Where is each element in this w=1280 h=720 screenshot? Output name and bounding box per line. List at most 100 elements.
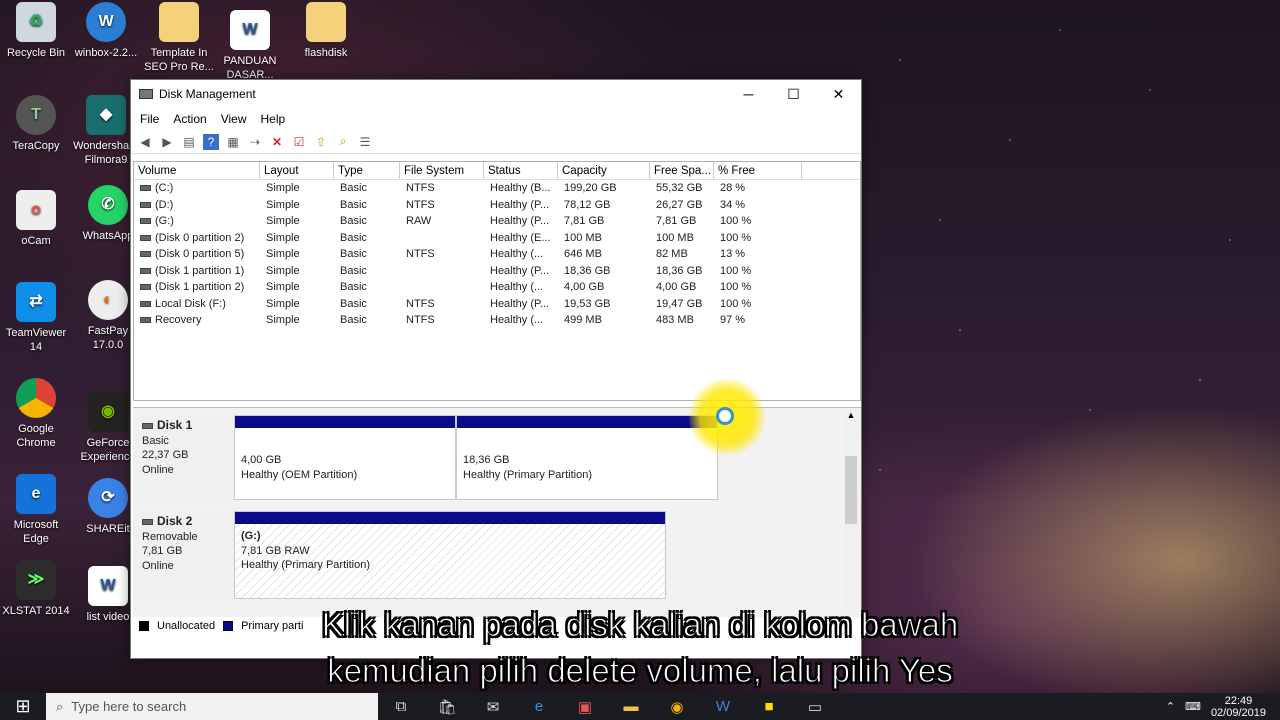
tray-chevron-up-icon[interactable]: ⌃ [1166, 700, 1175, 713]
column-header-free-space[interactable]: Free Spa... [650, 162, 714, 179]
desktop-icon-ocam[interactable]: o oCam [0, 190, 72, 248]
forward-arrow-icon[interactable]: ▶ [159, 134, 175, 150]
cell-text: 4,00 GB [564, 281, 605, 293]
task-view-icon[interactable]: ⧉ [378, 693, 424, 720]
volume-row[interactable]: (Disk 1 partition 2) Simple Basic Healthy (… [134, 279, 860, 296]
close-button[interactable]: ✕ [816, 80, 861, 108]
scrollbar-thumb[interactable] [845, 456, 857, 524]
cell-text: Simple [266, 182, 300, 194]
connect-disk-icon[interactable]: ⇢ [247, 134, 263, 150]
volume-row[interactable]: (D:) Simple Basic NTFS Healthy (P... 78,12 GB… [134, 197, 860, 214]
drive-icon [140, 251, 151, 258]
menu-action[interactable]: Action [166, 112, 213, 126]
clock[interactable]: 22:49 02/09/2019 [1211, 695, 1266, 719]
desktop-icon-template-folder[interactable]: Template In SEO Pro Re... [143, 2, 215, 74]
cell-percent-free: 100 % [714, 263, 802, 280]
column-header-type[interactable]: Type [334, 162, 400, 179]
sticky-notes-icon[interactable]: ■ [746, 693, 792, 720]
cell-volume: (Disk 1 partition 2) [134, 279, 260, 296]
volume-row[interactable]: Recovery Simple Basic NTFS Healthy (... 499 M… [134, 312, 860, 329]
search-folder-icon[interactable]: ⌕ [335, 134, 351, 150]
menu-view[interactable]: View [214, 112, 254, 126]
show-hide-console-icon[interactable]: ▤ [181, 134, 197, 150]
back-arrow-icon[interactable]: ◀ [137, 134, 153, 150]
column-header-status[interactable]: Status [484, 162, 558, 179]
desktop-icon-panduan-doc[interactable]: W PANDUAN DASAR... [214, 10, 286, 82]
cell-volume: Local Disk (F:) [134, 296, 260, 313]
cell-free-space: 82 MB [650, 246, 714, 263]
cell-free-space: 26,27 GB [650, 197, 714, 214]
disk-2-label[interactable]: Disk 2 Removable 7,81 GB Online [133, 509, 233, 601]
disk-management-window[interactable]: Disk Management ─ ☐ ✕ File Action View H… [130, 79, 862, 659]
keyboard-icon[interactable]: ⌨ [1185, 700, 1201, 713]
desktop-icon-chrome[interactable]: Google Chrome [0, 378, 72, 450]
word-taskbar-icon[interactable]: W [700, 693, 746, 720]
cell-volume: Recovery [134, 312, 260, 329]
volume-row[interactable]: (Disk 0 partition 5) Simple Basic NTFS Healt… [134, 246, 860, 263]
desktop-icon-teamviewer[interactable]: ⇄ TeamViewer 14 [0, 282, 72, 354]
disk-1-partition-primary[interactable]: 18,36 GB Healthy (Primary Partition) [456, 415, 718, 500]
chrome-taskbar-icon[interactable]: ◉ [654, 693, 700, 720]
menu-help[interactable]: Help [254, 112, 293, 126]
disk-2-kind: Removable [142, 530, 198, 543]
disk-1-label[interactable]: Disk 1 Basic 22,37 GB Online [133, 413, 233, 505]
cell-text: 100 % [720, 264, 752, 277]
scroll-up-arrow-icon[interactable]: ▲ [845, 410, 857, 420]
file-explorer-icon[interactable]: ▬ [608, 693, 654, 720]
fastpay-icon: ◐ [88, 280, 128, 320]
cell-text: Basic [340, 231, 367, 244]
volume-row[interactable]: (C:) Simple Basic NTFS Healthy (B... 199,20 G… [134, 180, 860, 197]
cell-text: (Disk 1 partition 1) [155, 264, 245, 277]
disk-1-partition-oem[interactable]: 4,00 GB Healthy (OEM Partition) [234, 415, 456, 500]
volume-row[interactable]: Local Disk (F:) Simple Basic NTFS Healthy (P… [134, 296, 860, 313]
delete-icon[interactable]: ✕ [269, 134, 285, 150]
disk-management-taskbar-icon[interactable]: ▭ [792, 693, 838, 720]
maximize-button[interactable]: ☐ [771, 80, 816, 108]
desktop-icon-winbox[interactable]: W winbox-2.2... [70, 2, 142, 60]
cell-type: Basic [334, 296, 400, 313]
column-header-file-system[interactable]: File System [400, 162, 484, 179]
cell-capacity: 18,36 GB [558, 263, 650, 280]
mail-icon[interactable]: ✉ [470, 693, 516, 720]
edge-taskbar-icon[interactable]: e [516, 693, 562, 720]
cell-text: (G:) [155, 215, 174, 227]
desktop-icon-teracopy[interactable]: T TeraCopy [0, 95, 72, 153]
cell-free-space: 7,81 GB [650, 213, 714, 230]
drive-icon [140, 300, 151, 307]
check-icon[interactable]: ☑ [291, 134, 307, 150]
up-folder-icon[interactable]: ⇧ [313, 134, 329, 150]
desktop-icon-recycle-bin[interactable]: ♻ Recycle Bin [0, 2, 72, 60]
disk-view-scrollbar[interactable]: ▲ [845, 410, 857, 615]
properties-icon[interactable]: ▦ [225, 134, 241, 150]
cell-text: Simple [266, 281, 300, 293]
volume-row[interactable]: (Disk 0 partition 2) Simple Basic Healthy (… [134, 230, 860, 247]
menu-file[interactable]: File [133, 112, 166, 126]
volume-row[interactable]: (Disk 1 partition 1) Simple Basic Healthy (… [134, 263, 860, 280]
taskbar-search[interactable]: ⌕ Type here to search [46, 693, 378, 720]
menu-bar: File Action View Help [131, 108, 861, 130]
cell-layout: Simple [260, 263, 334, 280]
desktop-icon-edge[interactable]: e Microsoft Edge [0, 474, 72, 546]
store-icon[interactable]: 🛍 [424, 693, 470, 720]
search-placeholder: Type here to search [71, 699, 187, 714]
list-view-icon[interactable]: ☰ [357, 134, 373, 150]
cell-text: Healthy (P... [490, 215, 550, 227]
column-header-percent-free[interactable]: % Free [714, 162, 802, 179]
title-bar[interactable]: Disk Management ─ ☐ ✕ [131, 80, 861, 108]
ocam-taskbar-icon[interactable]: ▣ [562, 693, 608, 720]
volume-row[interactable]: (G:) Simple Basic RAW Healthy (P... 7,81 GB 7,… [134, 213, 860, 230]
disk-2-partition-g[interactable]: (G:) 7,81 GB RAW Healthy (Primary Partit… [234, 511, 666, 599]
start-button[interactable]: ⊞ [0, 693, 46, 720]
column-header-volume[interactable]: Volume [134, 162, 260, 179]
search-icon: ⌕ [56, 698, 64, 714]
column-header-layout[interactable]: Layout [260, 162, 334, 179]
volume-list[interactable]: Volume Layout Type File System Status Ca… [133, 161, 861, 401]
cell-text: 7,81 GB [656, 215, 697, 227]
desktop-icon-flashdisk[interactable]: flashdisk [290, 2, 362, 60]
help-icon[interactable]: ? [203, 133, 219, 150]
cell-status: Healthy (E... [484, 230, 558, 247]
column-header-capacity[interactable]: Capacity [558, 162, 650, 179]
teamviewer-icon: ⇄ [16, 282, 56, 322]
cell-free-space: 55,32 GB [650, 180, 714, 197]
minimize-button[interactable]: ─ [726, 80, 771, 108]
